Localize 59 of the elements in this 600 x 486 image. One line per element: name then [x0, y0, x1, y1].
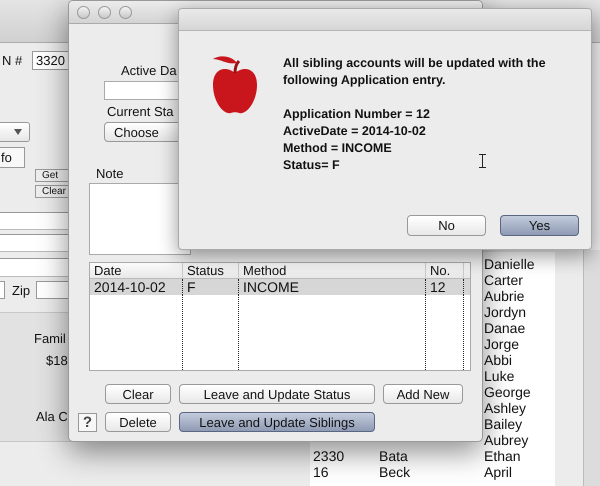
- list-cell: Beck: [379, 464, 410, 480]
- alert-detail: Application Number = 12: [283, 106, 430, 123]
- account-label: N #: [2, 53, 22, 68]
- table-row[interactable]: 2014-10-02 F INCOME 12: [90, 279, 470, 295]
- table-cell: INCOME: [239, 279, 426, 295]
- list-cell: Aubrie: [484, 288, 524, 304]
- list-cell: Abbi: [484, 352, 512, 368]
- list-cell: 2330: [313, 448, 344, 464]
- text-cursor-icon: [479, 154, 486, 168]
- push-button[interactable]: No: [407, 215, 486, 236]
- list-cell: Bailey: [484, 416, 522, 432]
- help-button[interactable]: ?: [78, 412, 97, 432]
- list-cell: Danielle: [484, 256, 535, 272]
- column-header[interactable]: Method: [239, 263, 426, 278]
- scrollbar[interactable]: [583, 250, 600, 486]
- list-cell: Danae: [484, 320, 526, 336]
- push-button[interactable]: Leave and Update Siblings: [179, 412, 375, 432]
- text-field[interactable]: [0, 258, 70, 277]
- alert-detail: ActiveDate = 2014-10-02: [283, 123, 426, 140]
- window-button[interactable]: [77, 6, 90, 18]
- table-cell: 12: [426, 279, 464, 295]
- column-header[interactable]: Date: [90, 263, 183, 278]
- push-button[interactable]: Add New: [383, 384, 463, 404]
- list-cell: April: [484, 464, 512, 480]
- ala-label: Ala C: [36, 409, 68, 424]
- dropdown[interactable]: [0, 122, 30, 142]
- table-cell: 2014-10-02: [90, 279, 183, 295]
- push-button[interactable]: Clear: [105, 384, 171, 404]
- list-cell: 16: [313, 464, 329, 480]
- push-button[interactable]: Yes: [500, 215, 579, 236]
- list-cell: Ashley: [484, 400, 526, 416]
- active-date-label: Active Da: [121, 63, 177, 78]
- list-cell: Carter: [484, 272, 523, 288]
- list-cell: Aubrey: [484, 432, 528, 448]
- list-cell: George: [484, 384, 531, 400]
- list-cell: Jordyn: [484, 304, 526, 320]
- list-cell: Bata: [379, 448, 408, 464]
- text-field[interactable]: [0, 234, 70, 252]
- alert-message: All sibling accounts will be updated with the following Application entry.: [283, 55, 547, 89]
- list-cell: Ethan: [484, 448, 521, 464]
- list-cell: Luke: [484, 368, 514, 384]
- table-cell: F: [183, 279, 239, 295]
- alert-detail: Status= F: [283, 157, 340, 174]
- alert-detail: Method = INCOME: [283, 140, 392, 157]
- column-header[interactable]: Status: [183, 263, 239, 278]
- window-button[interactable]: [98, 6, 111, 18]
- window-button[interactable]: [119, 6, 132, 18]
- push-button[interactable]: Delete: [105, 412, 171, 432]
- family-amount: $18: [46, 353, 68, 368]
- info-button[interactable]: fo: [0, 147, 25, 168]
- push-button[interactable]: Leave and Update Status: [179, 384, 375, 404]
- note-label: Note: [96, 166, 124, 181]
- zip-label: Zip: [12, 283, 30, 298]
- status-label: Current Sta: [107, 104, 174, 119]
- column-header[interactable]: No.: [426, 263, 464, 278]
- family-label: Famil: [34, 331, 66, 346]
- list-cell: Jorge: [484, 336, 520, 352]
- caret-icon: [14, 129, 22, 135]
- text-field[interactable]: [0, 212, 70, 230]
